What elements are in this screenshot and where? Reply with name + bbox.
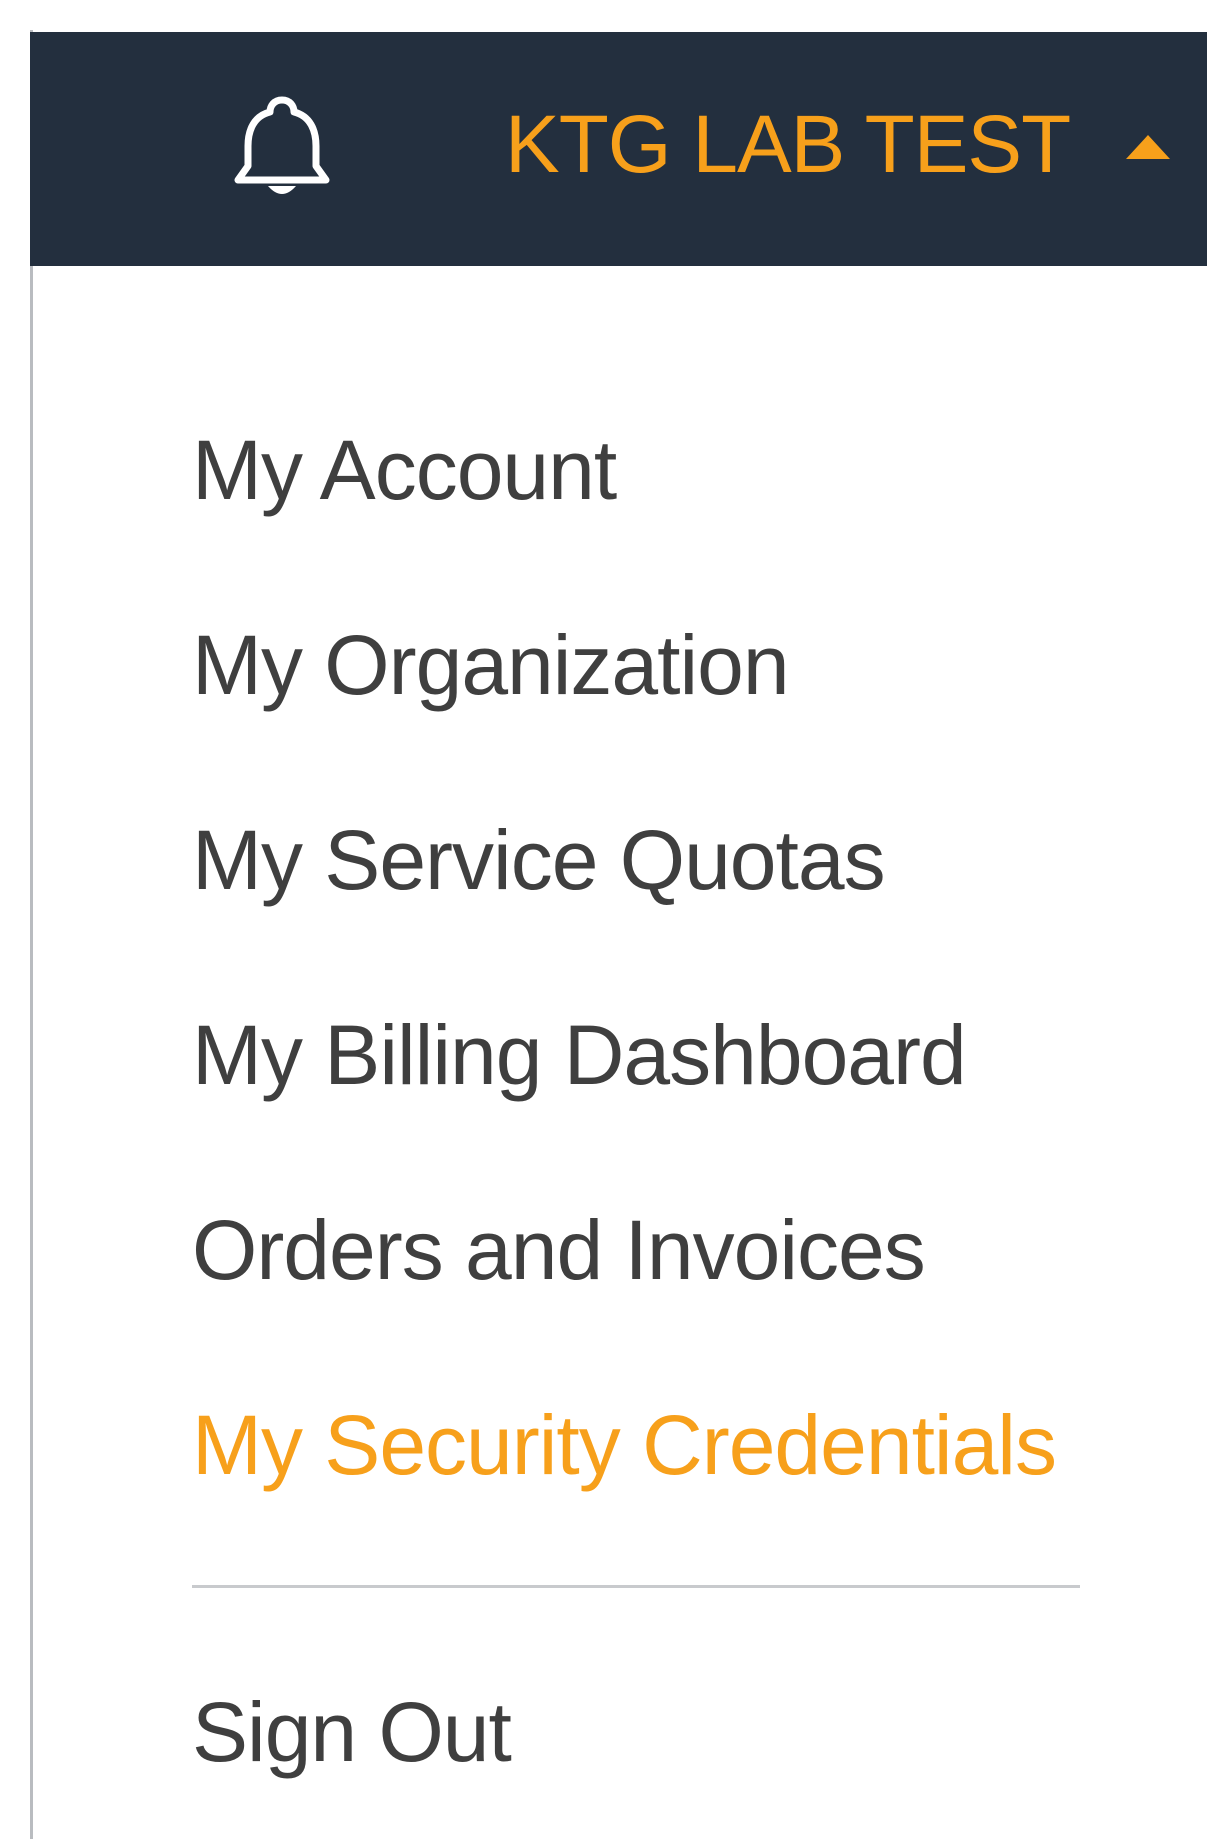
- caret-up-icon: [1126, 135, 1171, 159]
- account-name: KTG LAB TEST: [505, 99, 1071, 190]
- menu-item-my-billing-dashboard[interactable]: My Billing Dashboard: [192, 985, 1092, 1180]
- menu-divider: [192, 1585, 1080, 1588]
- account-menu-list: My Account My Organization My Service Qu…: [192, 400, 1092, 1570]
- bell-icon[interactable]: [222, 88, 342, 208]
- menu-item-orders-and-invoices[interactable]: Orders and Invoices: [192, 1180, 1092, 1375]
- menu-item-my-service-quotas[interactable]: My Service Quotas: [192, 790, 1092, 985]
- sign-out-link[interactable]: Sign Out: [192, 1690, 512, 1774]
- menu-item-my-security-credentials[interactable]: My Security Credentials: [192, 1375, 1092, 1570]
- menu-item-my-organization[interactable]: My Organization: [192, 595, 1092, 790]
- account-menu-toggle[interactable]: KTG LAB TEST: [505, 95, 1178, 195]
- menu-item-my-account[interactable]: My Account: [192, 400, 1092, 595]
